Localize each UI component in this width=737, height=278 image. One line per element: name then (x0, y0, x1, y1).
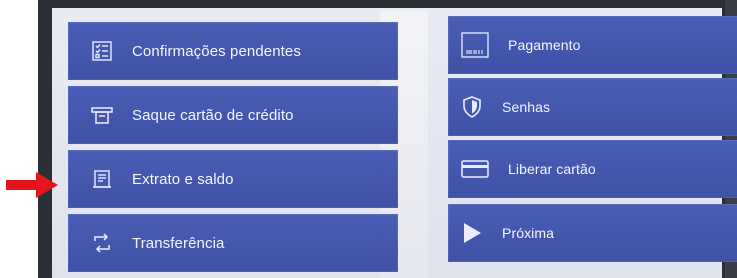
saque-cartao-credito-button[interactable]: Saque cartão de crédito (68, 86, 398, 144)
shield-icon (460, 95, 484, 119)
extrato-e-saldo-button[interactable]: Extrato e saldo (68, 150, 398, 208)
liberar-cartao-button[interactable]: Liberar cartão (448, 140, 737, 198)
proxima-label: Próxima (502, 225, 555, 241)
confirmacoes-pendentes-label: Confirmações pendentes (132, 42, 301, 60)
red-pointer-arrow-icon (6, 172, 58, 198)
senhas-label: Senhas (502, 99, 551, 115)
proxima-button[interactable]: Próxima (448, 204, 737, 262)
extrato-e-saldo-label: Extrato e saldo (132, 170, 234, 188)
checklist-icon (90, 39, 114, 63)
confirmacoes-pendentes-button[interactable]: Confirmações pendentes (68, 22, 398, 80)
senhas-button[interactable]: Senhas (448, 78, 737, 136)
barcode-icon (460, 30, 490, 60)
transferencia-button[interactable]: Transferência (68, 214, 398, 272)
transferencia-label: Transferência (132, 234, 225, 252)
credit-card-icon (460, 157, 490, 181)
pagamento-label: Pagamento (508, 37, 581, 53)
pagamento-button[interactable]: Pagamento (448, 16, 737, 74)
card-withdraw-icon (90, 103, 114, 127)
liberar-cartao-label: Liberar cartão (508, 161, 596, 177)
transfer-icon (90, 231, 114, 255)
statement-icon (90, 167, 114, 191)
saque-cartao-credito-label: Saque cartão de crédito (132, 106, 294, 124)
play-icon (460, 221, 484, 245)
